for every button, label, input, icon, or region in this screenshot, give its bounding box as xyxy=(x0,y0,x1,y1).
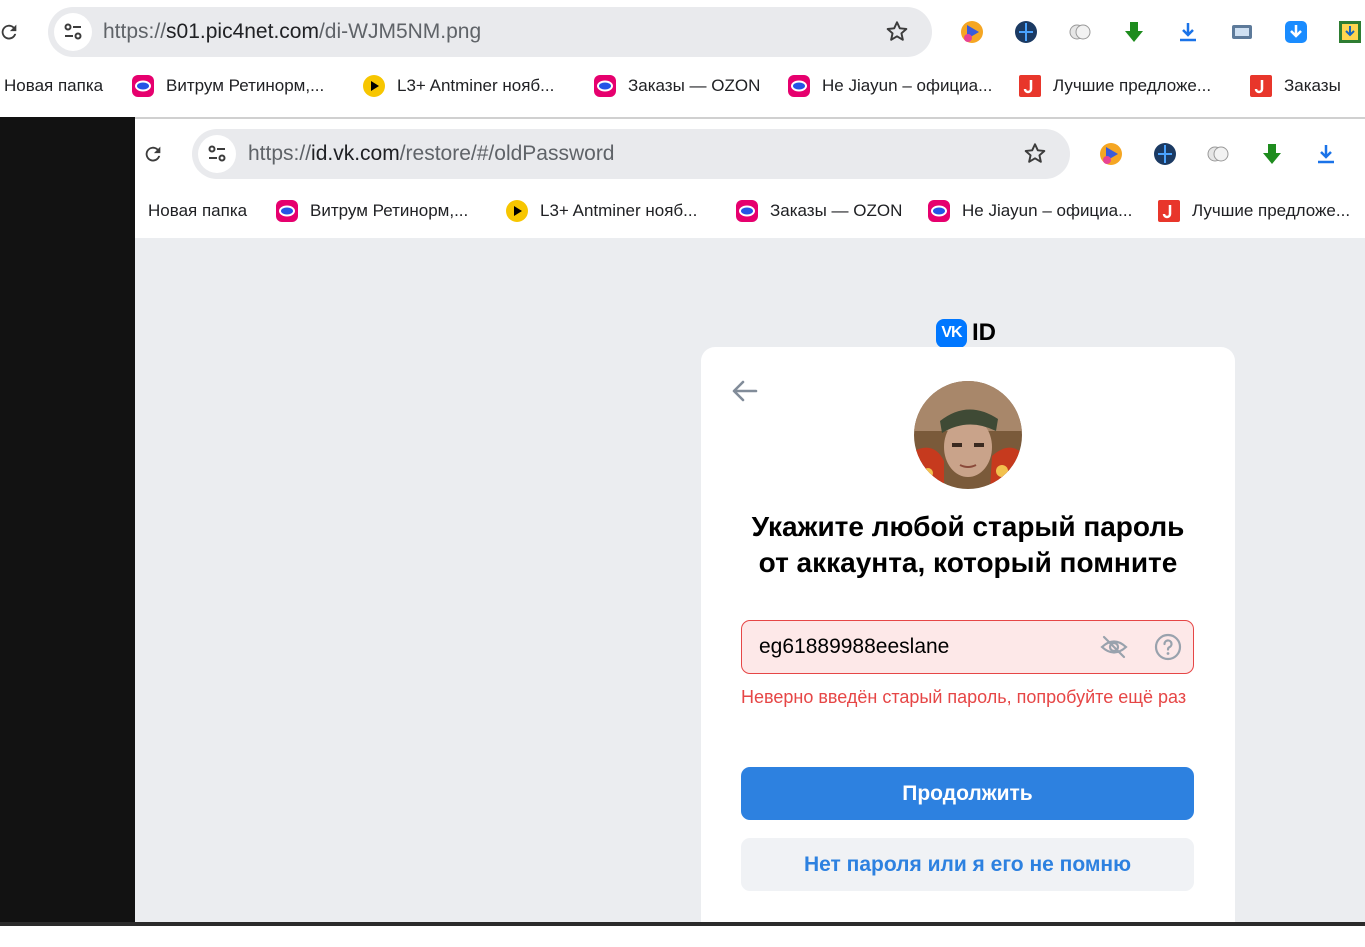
green-download-icon[interactable] xyxy=(1120,18,1148,46)
bookmark-item[interactable]: L3+ Antminer нояб... xyxy=(506,189,697,233)
bookmark-item[interactable]: Лучшие предложе... xyxy=(1158,189,1350,233)
ozon-icon xyxy=(132,75,154,97)
circles-extension-icon[interactable] xyxy=(1066,18,1094,46)
bookmark-label: Новая папка xyxy=(4,76,104,95)
password-value[interactable]: eg61889988eeslane xyxy=(759,621,949,673)
avatar xyxy=(914,381,1022,489)
screenshot-extension-icon[interactable] xyxy=(1228,18,1256,46)
download-icon[interactable] xyxy=(1174,18,1202,46)
bookmark-item[interactable]: Витрум Ретинорм,... xyxy=(132,64,324,108)
back-arrow-icon[interactable] xyxy=(729,375,761,407)
bookmark-item[interactable]: Заказы — OZON xyxy=(594,64,760,108)
restore-card: Укажите любой старый пароль от аккаунта,… xyxy=(701,347,1235,947)
continue-button[interactable]: Продолжить xyxy=(741,767,1194,820)
outer-url-text: https://s01.pic4net.com/di-WJM5NM.png xyxy=(103,20,481,44)
url-host: id.vk.com xyxy=(311,142,400,165)
globe-extension-icon[interactable] xyxy=(1151,140,1179,168)
url-path: /restore/#/oldPassword xyxy=(399,142,615,165)
copilot-extension-icon[interactable] xyxy=(958,18,986,46)
bookmark-star-icon[interactable] xyxy=(884,19,910,45)
inner-browser-toolbar: https://id.vk.com/restore/#/oldPassword xyxy=(135,119,1365,189)
bookmark-label: L3+ Antminer нояб... xyxy=(397,76,555,95)
bookmark-item[interactable]: Заказы — OZON xyxy=(736,189,902,233)
bookmark-label: Новая папка xyxy=(148,201,248,220)
title-line-2: от аккаунта, который помните xyxy=(758,547,1178,578)
vk-id-label: ID xyxy=(972,319,996,346)
old-password-input[interactable]: eg61889988eeslane xyxy=(741,620,1194,674)
globe-extension-icon[interactable] xyxy=(1012,18,1040,46)
bookmark-label: Витрум Ретинорм,... xyxy=(310,201,469,220)
bookmark-label: Витрум Ретинорм,... xyxy=(166,76,325,95)
red-j-icon xyxy=(1019,75,1041,97)
help-icon[interactable] xyxy=(1154,633,1182,661)
bookmark-label: He Jiayun – официа... xyxy=(822,76,993,95)
ozon-icon xyxy=(928,200,950,222)
ozon-icon xyxy=(276,200,298,222)
green-download-icon[interactable] xyxy=(1258,140,1286,168)
title-line-1: Укажите любой старый пароль xyxy=(751,511,1185,542)
outer-address-bar[interactable]: https://s01.pic4net.com/di-WJM5NM.png xyxy=(48,7,932,57)
hide-password-icon[interactable] xyxy=(1099,634,1129,660)
image-extension-icon[interactable] xyxy=(1336,18,1364,46)
copilot-extension-icon[interactable] xyxy=(1097,140,1125,168)
bookmark-label: Заказы xyxy=(1284,76,1341,95)
bookmark-item[interactable]: Лучшие предложе... xyxy=(1019,64,1211,108)
continue-button-label: Продолжить xyxy=(902,781,1033,805)
vk-id-logo: VK ID xyxy=(936,318,996,348)
inner-url-text: https://id.vk.com/restore/#/oldPassword xyxy=(248,142,615,166)
blue-download-icon[interactable] xyxy=(1282,18,1310,46)
window-bottom-border xyxy=(0,922,1365,926)
site-settings-icon[interactable] xyxy=(54,13,92,51)
circles-extension-icon[interactable] xyxy=(1204,140,1232,168)
page-title: Укажите любой старый пароль от аккаунта,… xyxy=(721,509,1215,581)
inner-address-bar[interactable]: https://id.vk.com/restore/#/oldPassword xyxy=(192,129,1070,179)
bookmark-item[interactable]: Заказы xyxy=(1250,64,1341,108)
url-path: /di-WJM5NM.png xyxy=(318,20,482,43)
download-icon[interactable] xyxy=(1312,140,1340,168)
bookmark-label: Лучшие предложе... xyxy=(1192,201,1351,220)
play-icon xyxy=(363,75,385,97)
red-j-icon xyxy=(1158,200,1180,222)
red-j-icon xyxy=(1250,75,1272,97)
vk-logo-icon: VK xyxy=(936,318,967,348)
bookmark-item[interactable]: He Jiayun – официа... xyxy=(788,64,992,108)
site-settings-icon[interactable] xyxy=(198,135,236,173)
play-icon xyxy=(506,200,528,222)
bookmark-item[interactable]: He Jiayun – официа... xyxy=(928,189,1132,233)
bookmark-label: L3+ Antminer нояб... xyxy=(540,201,698,220)
bookmark-item[interactable]: Витрум Ретинорм,... xyxy=(276,189,468,233)
forgot-password-label: Нет пароля или я его не помню xyxy=(803,852,1132,876)
dark-side-panel xyxy=(0,117,135,926)
bookmark-star-icon[interactable] xyxy=(1022,141,1048,167)
ozon-icon xyxy=(594,75,616,97)
error-message: Неверно введён старый пароль, попробуйте… xyxy=(741,687,1187,707)
reload-icon[interactable] xyxy=(0,21,20,43)
ozon-icon xyxy=(736,200,758,222)
bookmark-item[interactable]: L3+ Antminer нояб... xyxy=(363,64,554,108)
bookmark-label: Заказы — OZON xyxy=(628,76,761,95)
bookmark-label: Лучшие предложе... xyxy=(1053,76,1212,95)
outer-bookmarks-bar: Новая папка Витрум Ретинорм,... L3+ Antm… xyxy=(0,64,1365,108)
url-scheme: https:// xyxy=(103,20,167,43)
bookmark-item[interactable]: Новая папка xyxy=(4,64,103,108)
bookmark-label: Заказы — OZON xyxy=(770,201,903,220)
outer-browser-toolbar: https://s01.pic4net.com/di-WJM5NM.png xyxy=(0,0,1365,64)
url-host: s01.pic4net.com xyxy=(166,20,319,43)
bookmark-item[interactable]: Новая папка xyxy=(148,189,247,233)
ozon-icon xyxy=(788,75,810,97)
forgot-password-button[interactable]: Нет пароля или я его не помню xyxy=(741,838,1194,891)
inner-bookmarks-bar: Новая папка Витрум Ретинорм,... L3+ Antm… xyxy=(135,189,1365,233)
reload-icon[interactable] xyxy=(142,143,164,165)
url-scheme: https:// xyxy=(248,142,312,165)
bookmark-label: He Jiayun – официа... xyxy=(962,201,1133,220)
